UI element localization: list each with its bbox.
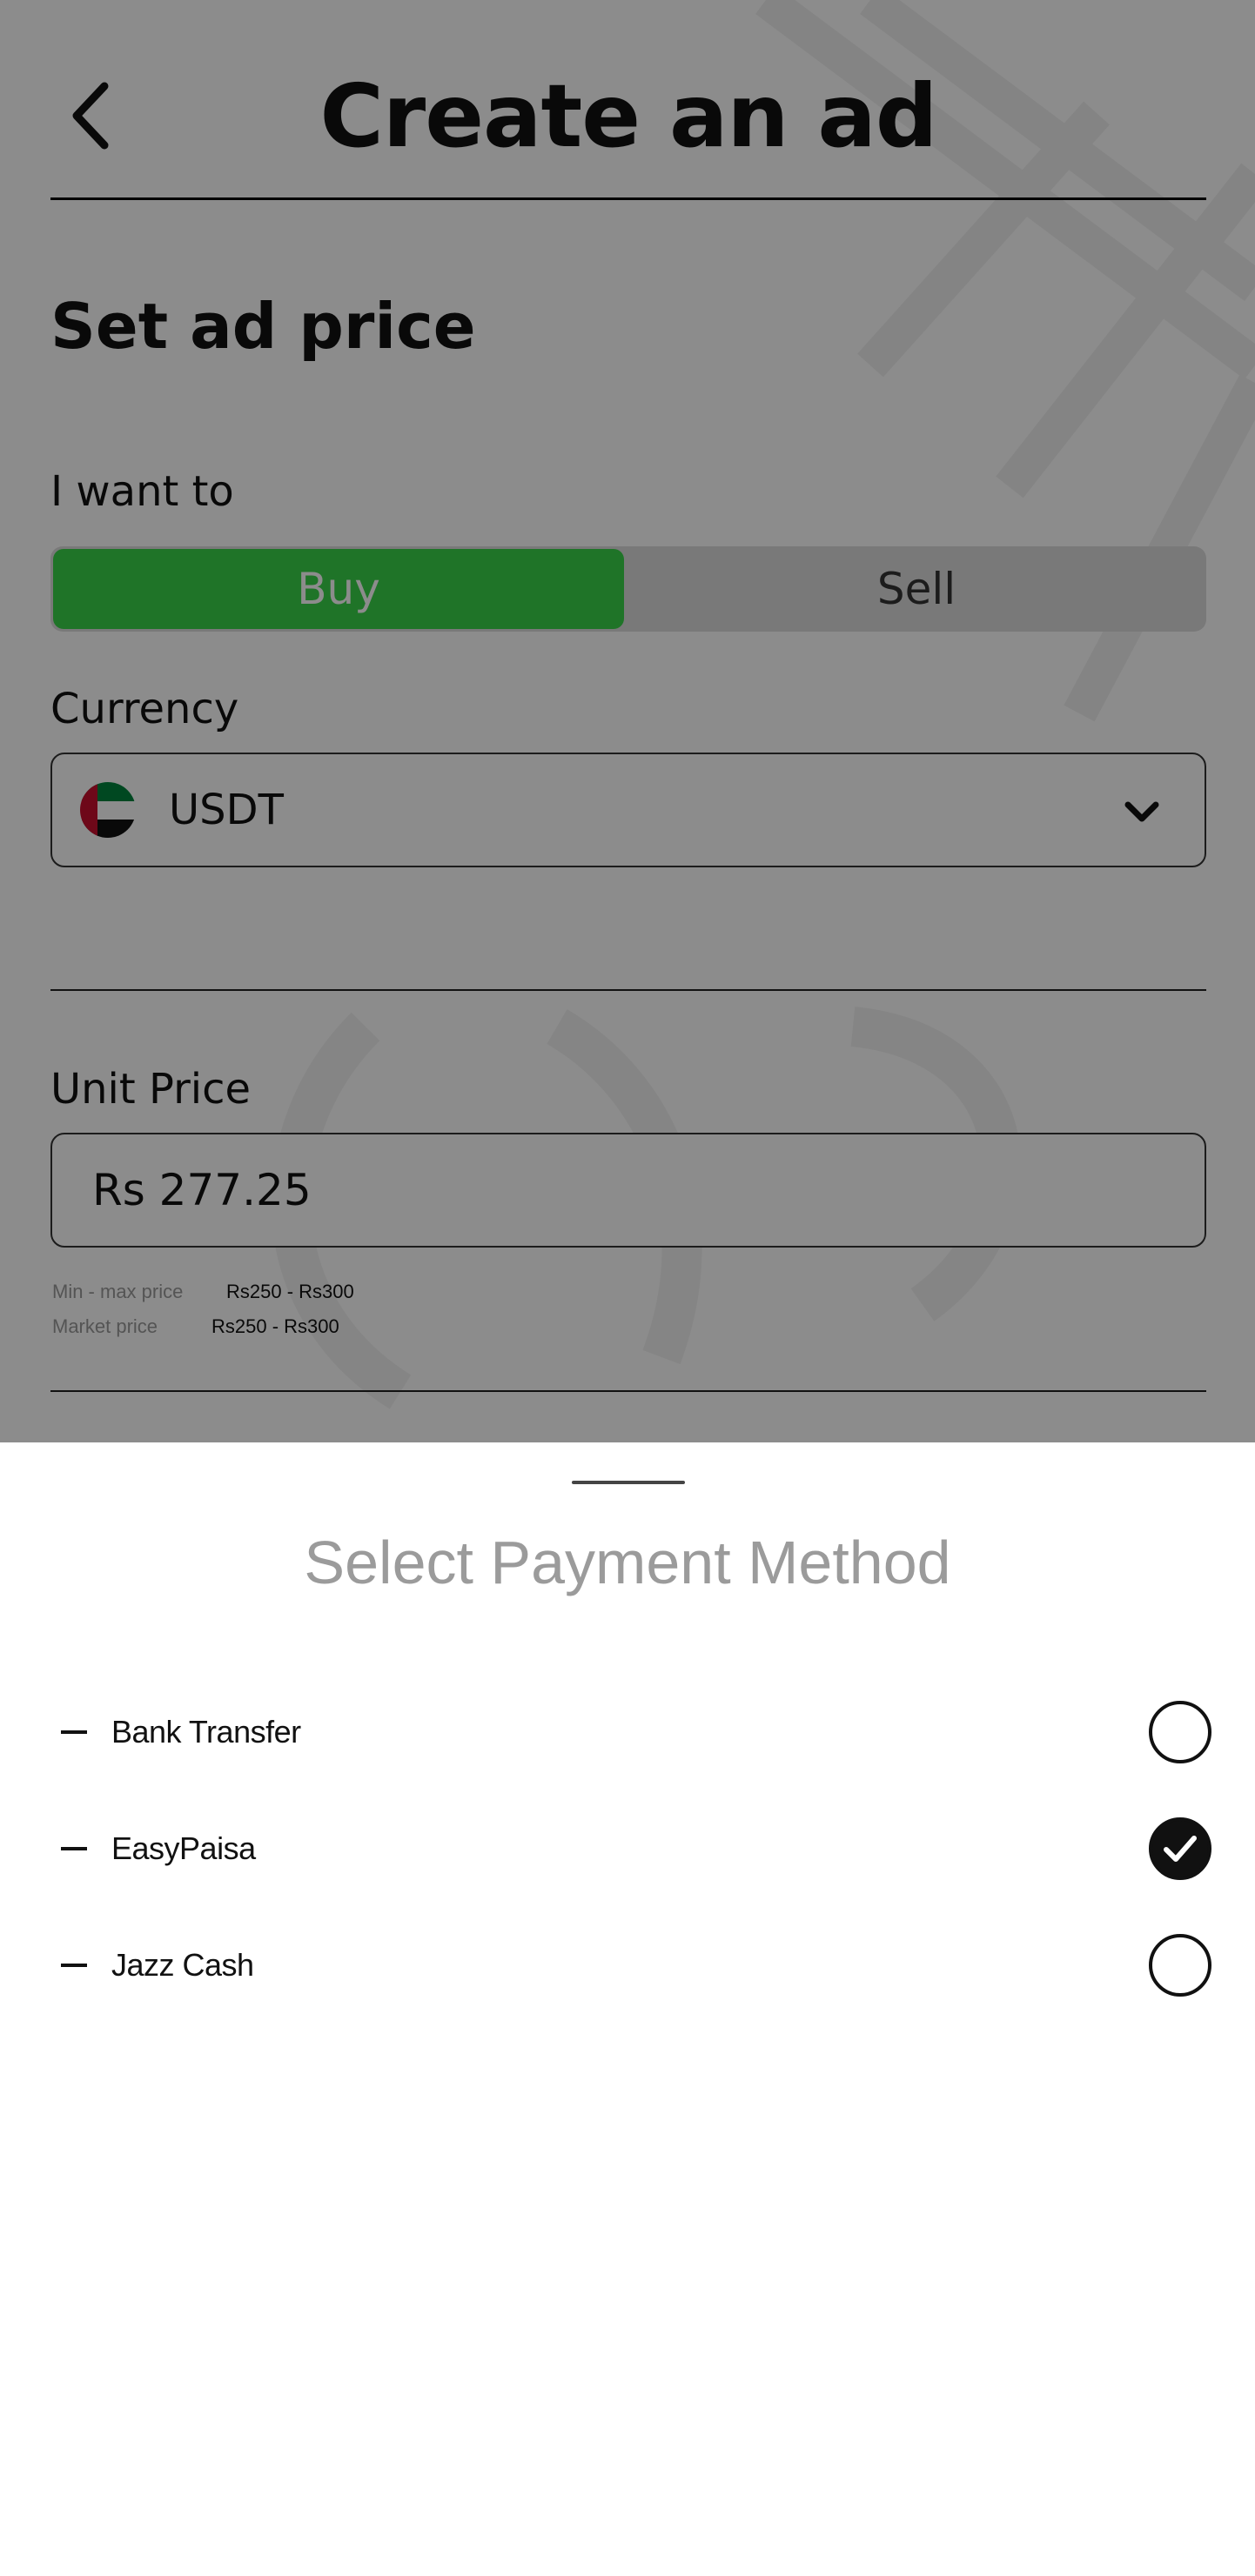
payment-method-label: Jazz Cash: [111, 1947, 254, 1983]
payment-method-item-jazz-cash[interactable]: Jazz Cash: [0, 1917, 1255, 2013]
modal-overlay[interactable]: [0, 0, 1255, 1442]
radio-button-checked[interactable]: [1149, 1817, 1211, 1880]
dash-icon: [61, 1730, 87, 1734]
payment-method-item-easypaisa[interactable]: EasyPaisa: [0, 1801, 1255, 1897]
payment-method-sheet: Select Payment Method Bank Transfer Easy…: [0, 1442, 1255, 2576]
dash-icon: [61, 1847, 87, 1850]
sheet-title: Select Payment Method: [304, 1529, 951, 1596]
sheet-drag-handle[interactable]: [572, 1481, 685, 1484]
payment-method-label: Bank Transfer: [111, 1714, 301, 1750]
create-ad-page: Create an ad Set ad price I want to Buy …: [0, 0, 1255, 1442]
payment-method-item-bank-transfer[interactable]: Bank Transfer: [0, 1684, 1255, 1780]
payment-method-label: EasyPaisa: [111, 1830, 256, 1866]
dash-icon: [61, 1964, 87, 1967]
checkmark-icon: [1164, 1836, 1197, 1862]
radio-button[interactable]: [1149, 1934, 1211, 1997]
radio-button[interactable]: [1149, 1701, 1211, 1763]
